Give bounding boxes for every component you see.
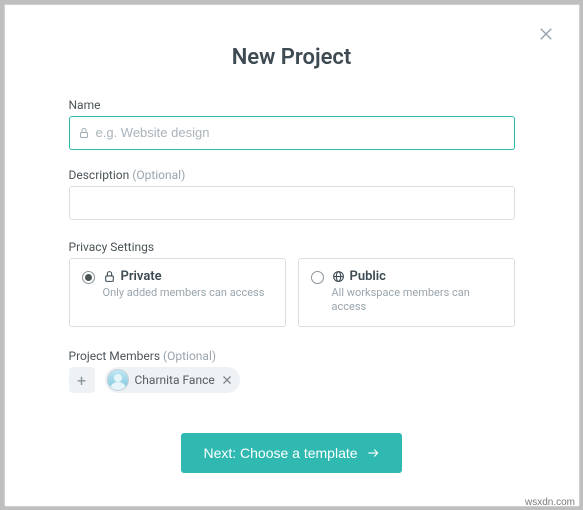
radio-private[interactable] xyxy=(82,271,95,284)
members-row: + Charnita Fance xyxy=(69,367,515,393)
next-button[interactable]: Next: Choose a template xyxy=(181,433,401,473)
next-button-label: Next: Choose a template xyxy=(203,445,357,461)
lock-icon xyxy=(103,270,116,283)
close-button[interactable] xyxy=(537,25,555,43)
privacy-option-public[interactable]: Public All workspace members can access xyxy=(298,258,515,328)
privacy-private-title: Private xyxy=(121,269,162,284)
description-label: Description (Optional) xyxy=(69,168,515,182)
privacy-public-body: Public All workspace members can access xyxy=(332,269,502,315)
privacy-private-subtitle: Only added members can access xyxy=(103,286,273,300)
privacy-label: Privacy Settings xyxy=(69,240,515,254)
members-label-text: Project Members xyxy=(69,349,161,363)
add-member-button[interactable]: + xyxy=(69,367,95,393)
name-label: Name xyxy=(69,98,515,112)
close-icon xyxy=(537,25,555,43)
name-input-wrapper[interactable] xyxy=(69,116,515,150)
radio-public[interactable] xyxy=(311,271,324,284)
privacy-public-subtitle: All workspace members can access xyxy=(332,286,502,315)
watermark: wsxdn.com xyxy=(525,497,575,508)
avatar xyxy=(107,369,129,391)
description-label-text: Description xyxy=(69,168,130,182)
modal-title: New Project xyxy=(69,45,515,70)
privacy-public-title: Public xyxy=(350,269,386,284)
description-input[interactable] xyxy=(69,186,515,220)
name-input[interactable] xyxy=(96,125,506,140)
members-label: Project Members (Optional) xyxy=(69,349,515,363)
member-chip[interactable]: Charnita Fance xyxy=(105,367,240,393)
description-optional-text: (Optional) xyxy=(132,168,185,182)
new-project-modal: New Project Name Description (Optional) … xyxy=(4,4,580,507)
member-name: Charnita Fance xyxy=(135,373,215,387)
lock-icon xyxy=(78,127,90,139)
remove-member-icon[interactable] xyxy=(221,374,233,386)
arrow-right-icon xyxy=(366,446,380,460)
globe-icon xyxy=(332,270,345,283)
privacy-private-body: Private Only added members can access xyxy=(103,269,273,300)
privacy-settings: Private Only added members can access Pu… xyxy=(69,258,515,328)
privacy-option-private[interactable]: Private Only added members can access xyxy=(69,258,286,328)
members-optional-text: (Optional) xyxy=(163,349,216,363)
